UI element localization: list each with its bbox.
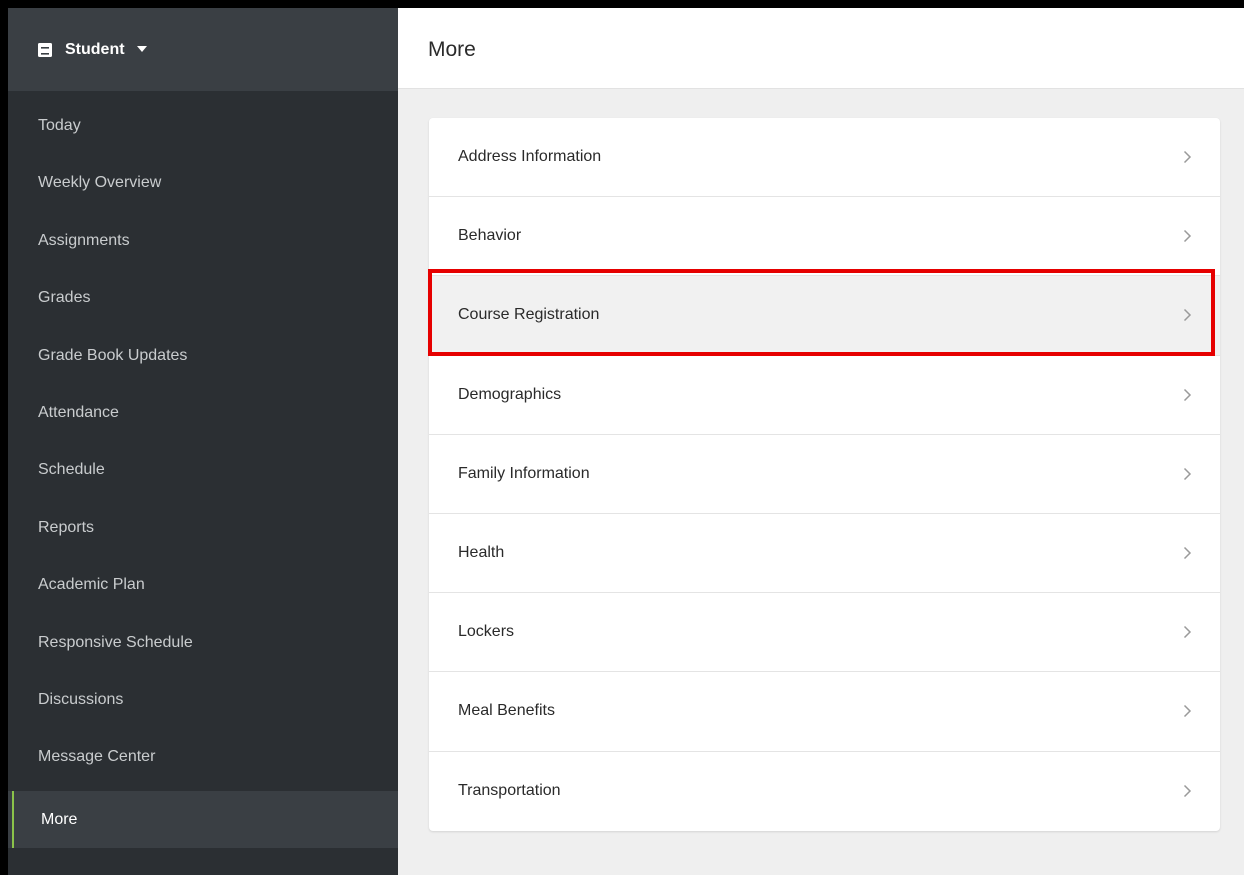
chevron-right-icon	[1183, 547, 1192, 560]
sidebar-item-label: Weekly Overview	[38, 174, 162, 192]
sidebar-item-schedule[interactable]: Schedule	[8, 446, 398, 503]
sidebar-item-more[interactable]: More	[8, 790, 398, 849]
menu-row-behavior[interactable]: Behavior	[429, 197, 1220, 277]
menu-row-label: Health	[458, 544, 505, 562]
menu-row-health[interactable]: Health	[429, 514, 1220, 594]
sidebar-item-label: Assignments	[38, 231, 130, 249]
menu-row-lockers[interactable]: Lockers	[429, 593, 1220, 673]
chevron-right-icon	[1183, 151, 1192, 164]
sidebar-item-weekly-overview[interactable]: Weekly Overview	[8, 159, 398, 216]
chevron-right-icon	[1183, 388, 1192, 401]
sidebar: Student Today Weekly Overview Assignments G…	[8, 8, 398, 875]
sidebar-item-discussions[interactable]: Discussions	[8, 676, 398, 733]
menu-row-label: Family Information	[458, 464, 590, 482]
chevron-right-icon	[1183, 309, 1192, 322]
sidebar-item-label: Attendance	[38, 403, 119, 421]
chevron-right-icon	[1183, 705, 1192, 718]
book-icon	[38, 42, 52, 57]
sidebar-item-message-center[interactable]: Message Center	[8, 733, 398, 790]
chevron-right-icon	[1183, 785, 1192, 798]
main-content: More Address Information Behavior Course R…	[398, 8, 1244, 875]
sidebar-item-responsive-schedule[interactable]: Responsive Schedule	[8, 619, 398, 676]
sidebar-item-label: More	[41, 810, 78, 828]
sidebar-item-academic-plan[interactable]: Academic Plan	[8, 561, 398, 618]
page-header: More	[398, 8, 1244, 89]
chevron-right-icon	[1183, 626, 1192, 639]
menu-row-label: Transportation	[458, 782, 561, 800]
sidebar-item-label: Grades	[38, 289, 91, 307]
page-title: More	[428, 38, 476, 61]
sidebar-item-label: Academic Plan	[38, 576, 145, 594]
menu-row-course-registration[interactable]: Course Registration	[429, 276, 1220, 356]
sidebar-item-today[interactable]: Today	[8, 102, 398, 159]
sidebar-item-label: Grade Book Updates	[38, 346, 188, 364]
menu-row-label: Course Registration	[458, 306, 600, 324]
menu-row-label: Lockers	[458, 623, 515, 641]
sidebar-header: Student	[8, 8, 398, 91]
menu-row-label: Address Information	[458, 148, 602, 166]
menu-row-transportation[interactable]: Transportation	[429, 752, 1220, 831]
menu-row-demographics[interactable]: Demographics	[429, 356, 1220, 435]
sidebar-item-label: Schedule	[38, 461, 105, 479]
menu-row-label: Meal Benefits	[458, 702, 555, 720]
app-window: Student Today Weekly Overview Assignments G…	[8, 8, 1244, 875]
caret-down-icon	[136, 45, 147, 52]
sidebar-item-label: Responsive Schedule	[38, 633, 193, 651]
sidebar-item-grade-book-updates[interactable]: Grade Book Updates	[8, 332, 398, 389]
chevron-right-icon	[1183, 230, 1192, 243]
sidebar-item-attendance[interactable]: Attendance	[8, 389, 398, 446]
sidebar-item-label: Today	[38, 117, 81, 134]
menu-row-address-information[interactable]: Address Information	[429, 118, 1220, 198]
sidebar-nav: Today Weekly Overview Assignments Grades Gra…	[8, 102, 398, 849]
menu-row-label: Demographics	[458, 385, 562, 403]
sidebar-item-grades[interactable]: Grades	[8, 274, 398, 331]
menu-row-label: Behavior	[458, 227, 522, 245]
menu-row-meal-benefits[interactable]: Meal Benefits	[429, 672, 1220, 752]
sidebar-item-label: Reports	[38, 518, 95, 536]
more-menu-card: Address Information Behavior Course Regist…	[429, 118, 1220, 831]
student-switcher[interactable]: Student	[37, 41, 148, 59]
sidebar-item-reports[interactable]: Reports	[8, 504, 398, 561]
menu-row-family-information[interactable]: Family Information	[429, 435, 1220, 514]
student-switcher-label: Student	[65, 40, 125, 58]
sidebar-item-label: Discussions	[38, 690, 124, 708]
chevron-right-icon	[1183, 467, 1192, 480]
sidebar-item-label: Message Center	[38, 748, 156, 766]
sidebar-item-assignments[interactable]: Assignments	[8, 217, 398, 274]
